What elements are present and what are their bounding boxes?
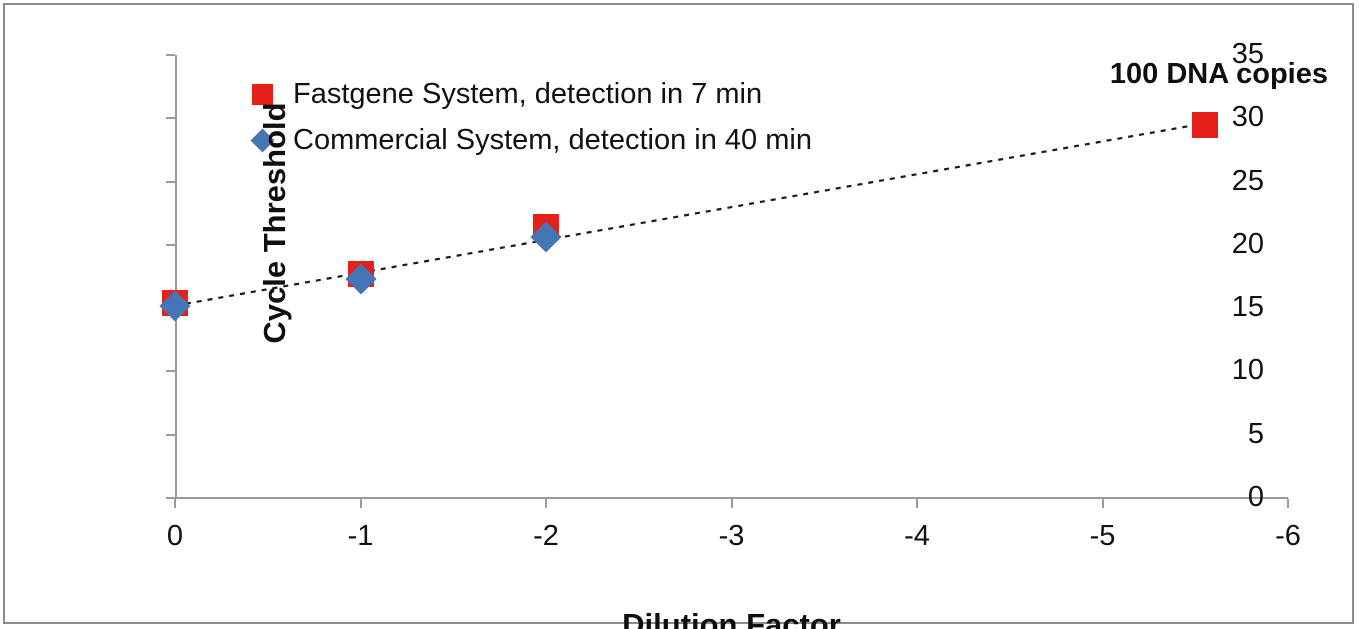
legend-item-commercial: Commercial System, detection in 40 min [245,117,812,163]
x-tick [1101,499,1104,508]
y-tick [166,54,175,56]
x-tick [916,499,918,508]
x-tick [545,499,547,508]
x-tick [359,499,362,508]
y-tick [166,180,175,183]
x-tick-label: 0 [166,520,184,552]
x-tick [1287,499,1289,508]
plot-area: 0 5 10 15 20 25 30 35 0 -1 -2 -3 -4 -5 -6 Fastgene Sy… [159,40,1301,629]
chart-page: 0 5 10 15 20 25 30 35 0 -1 -2 -3 -4 -5 -6 Fastgene Sy… [0,0,1359,629]
legend-label-fastgene: Fastgene System, detection in 7 min [293,77,763,110]
chart-annotation: 100 DNA copies [1109,58,1328,90]
y-tick [166,117,175,120]
x-tick [730,499,733,508]
chart-legend: Fastgene System, detection in 7 min Comm… [245,71,812,163]
x-tick-label: -4 [904,520,930,552]
data-point-square [1191,111,1218,138]
x-tick-label: -5 [1089,520,1116,552]
legend-label-commercial: Commercial System, detection in 40 min [293,123,812,156]
y-tick [166,433,175,436]
x-tick [174,499,176,508]
y-axis-title: Cycle Threshold [257,102,292,344]
x-axis-title: Dilution Factor [622,607,841,629]
x-tick-label: -1 [347,520,374,552]
x-tick-label: -3 [718,520,745,552]
y-tick [166,370,175,373]
x-tick-label: -6 [1275,520,1301,552]
y-tick [166,243,175,246]
legend-item-fastgene: Fastgene System, detection in 7 min [245,71,812,117]
x-tick-label: -2 [533,520,559,552]
